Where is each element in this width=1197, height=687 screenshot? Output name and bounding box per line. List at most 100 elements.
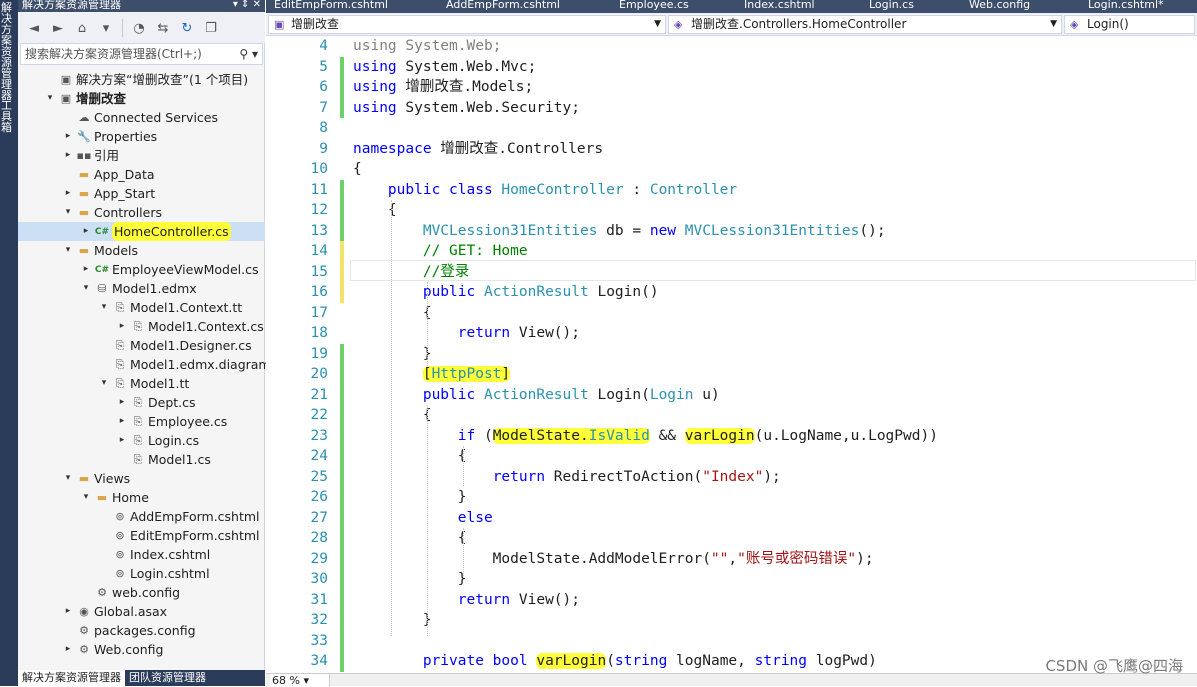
code-line[interactable]: } bbox=[353, 344, 432, 365]
zoom-dropdown[interactable]: 68 % ▾ bbox=[270, 674, 330, 687]
collapsed-arrow-icon[interactable]: ▸ bbox=[80, 260, 92, 279]
code-line[interactable]: using System.Web.Mvc; bbox=[353, 57, 536, 78]
code-line[interactable]: using System.Web; bbox=[353, 36, 501, 57]
tree-item[interactable]: ▾ ▣ 增删改查 bbox=[18, 89, 265, 108]
code-editor[interactable]: 4 5 6 7 8 9 10 11 12 13 14 15 16 17 18 19 20 21 22 23 24 25 26… bbox=[266, 36, 1197, 673]
expanded-arrow-icon[interactable]: ▾ bbox=[80, 488, 92, 507]
tree-item[interactable]: ☁ Connected Services bbox=[18, 108, 265, 127]
tree-item[interactable]: ▸ ⎘ Dept.cs bbox=[18, 393, 265, 412]
tree-item[interactable]: ⎘ Model1.cs bbox=[18, 450, 265, 469]
tree-item[interactable]: ⎘ Model1.edmx.diagram bbox=[18, 355, 271, 374]
expanded-arrow-icon[interactable]: ▾ bbox=[62, 241, 74, 260]
code-line[interactable]: else bbox=[353, 508, 493, 529]
collapsed-arrow-icon[interactable]: ▸ bbox=[116, 431, 128, 450]
tab-solution-explorer[interactable]: 解决方案资源管理器 bbox=[18, 670, 125, 686]
expanded-arrow-icon[interactable]: ▾ bbox=[98, 374, 110, 393]
code-line[interactable]: if (ModelState.IsValid && varLogin(u.Log… bbox=[353, 426, 938, 447]
tree-item[interactable]: ▸ 🔧 Properties bbox=[18, 127, 265, 146]
tab-team-explorer[interactable]: 团队资源管理器 bbox=[125, 670, 210, 686]
tree-item[interactable]: ▸ ⚙ Web.config bbox=[18, 640, 265, 659]
member-dropdown[interactable]: ◈ Login() bbox=[1064, 15, 1195, 34]
tree-item[interactable]: ▸ C# EmployeeViewModel.cs bbox=[18, 260, 265, 279]
document-tab[interactable]: Index.cshtml bbox=[744, 0, 815, 10]
pending-changes-filter-icon[interactable]: ◔ bbox=[129, 18, 149, 38]
expanded-arrow-icon[interactable]: ▾ bbox=[80, 279, 92, 298]
tree-item[interactable]: ⊚ Index.cshtml bbox=[18, 545, 265, 564]
document-tab[interactable]: EditEmpForm.cshtml bbox=[274, 0, 388, 10]
code-line[interactable]: MVCLession31Entities db = new MVCLession… bbox=[353, 221, 886, 242]
code-line[interactable]: ModelState.AddModelError("","账号或密码错误"); bbox=[353, 549, 874, 570]
expanded-arrow-icon[interactable]: ▾ bbox=[62, 469, 74, 488]
code-line[interactable]: namespace 增删改查.Controllers bbox=[353, 139, 603, 160]
code-line[interactable]: private bool varLogin(string logName, st… bbox=[353, 651, 877, 672]
back-icon[interactable]: ◄ bbox=[24, 18, 44, 38]
tree-item[interactable]: ⚙ packages.config bbox=[18, 621, 265, 640]
collapsed-arrow-icon[interactable]: ▸ bbox=[80, 222, 92, 241]
code-line[interactable]: return View(); bbox=[353, 323, 580, 344]
tree-item[interactable]: ⚙ web.config bbox=[18, 583, 265, 602]
collapsed-arrow-icon[interactable]: ▸ bbox=[62, 146, 74, 165]
collapsed-arrow-icon[interactable]: ▸ bbox=[62, 640, 74, 659]
solution-search-input[interactable]: 搜索解决方案资源管理器(Ctrl+;) ⚲ ▾ bbox=[20, 43, 263, 65]
expanded-arrow-icon[interactable]: ▾ bbox=[44, 89, 56, 108]
tree-item[interactable]: ▸ C# HomeController.cs bbox=[18, 222, 265, 241]
tree-item[interactable]: ▸ ▬ App_Start bbox=[18, 184, 265, 203]
code-line[interactable]: using 增删改查.Models; bbox=[353, 77, 533, 98]
tree-item[interactable]: ▾ ⛁ Model1.edmx bbox=[18, 279, 265, 298]
home-icon[interactable]: ⌂ bbox=[72, 18, 92, 38]
code-line[interactable]: } bbox=[353, 487, 467, 508]
project-dropdown[interactable]: ▣ 增删改查 ▼ bbox=[268, 15, 666, 34]
collapsed-arrow-icon[interactable]: ▸ bbox=[116, 412, 128, 431]
search-icon[interactable]: ⚲ ▾ bbox=[239, 44, 258, 64]
document-tab[interactable]: Login.cs bbox=[869, 0, 914, 10]
switch-views-icon[interactable]: ▾ bbox=[96, 18, 116, 38]
document-tab[interactable]: Login.cshtml* bbox=[1088, 0, 1164, 10]
document-tab[interactable]: AddEmpForm.cshtml bbox=[446, 0, 560, 10]
tree-item[interactable]: ▾ ▬ Home bbox=[18, 488, 265, 507]
tree-item[interactable]: ▾ ⎘ Model1.tt bbox=[18, 374, 265, 393]
solution-explorer-side-tab[interactable]: 解决方案资源管理器 bbox=[1, 2, 17, 101]
tree-item[interactable]: ⊚ AddEmpForm.cshtml bbox=[18, 507, 265, 526]
tree-item[interactable]: ▸ ⎘ Employee.cs bbox=[18, 412, 265, 431]
tree-item[interactable]: ▣ 解决方案“增删改查”(1 个项目) bbox=[18, 70, 265, 89]
forward-icon[interactable]: ► bbox=[48, 18, 68, 38]
expanded-arrow-icon[interactable]: ▾ bbox=[98, 298, 110, 317]
code-line[interactable]: // GET: Home bbox=[353, 241, 528, 262]
document-tab[interactable]: Employee.cs bbox=[619, 0, 689, 10]
tree-item[interactable]: ▾ ▬ Controllers bbox=[18, 203, 265, 222]
collapsed-arrow-icon[interactable]: ▸ bbox=[116, 393, 128, 412]
code-line[interactable]: { bbox=[353, 405, 432, 426]
code-line[interactable]: public ActionResult Login(Login u) bbox=[353, 385, 720, 406]
collapsed-arrow-icon[interactable]: ▸ bbox=[62, 184, 74, 203]
class-dropdown[interactable]: ◈ 增删改查.Controllers.HomeController ▼ bbox=[668, 15, 1062, 34]
code-line[interactable]: public class HomeController : Controller bbox=[353, 180, 737, 201]
code-line[interactable]: return RedirectToAction("Index"); bbox=[353, 467, 781, 488]
tree-item[interactable]: ▸ ◉ Global.asax bbox=[18, 602, 265, 621]
tree-item[interactable]: ⊚ EditEmpForm.cshtml bbox=[18, 526, 265, 545]
code-line[interactable]: } bbox=[353, 569, 467, 590]
tree-item[interactable]: ⎘ Model1.Designer.cs bbox=[18, 336, 265, 355]
tree-item[interactable]: ▸ ⎘ Model1.Context.cs bbox=[18, 317, 265, 336]
toolbox-side-tab[interactable]: 工具箱 bbox=[1, 100, 17, 133]
code-line[interactable]: } bbox=[353, 610, 432, 631]
expanded-arrow-icon[interactable]: ▾ bbox=[62, 203, 74, 222]
code-line[interactable]: return View(); bbox=[353, 590, 580, 611]
collapsed-arrow-icon[interactable]: ▸ bbox=[116, 317, 128, 336]
code-line[interactable]: //登录 bbox=[353, 262, 469, 283]
collapsed-arrow-icon[interactable]: ▸ bbox=[62, 602, 74, 621]
tree-item[interactable]: ▸ ▪▪ 引用 bbox=[18, 146, 265, 165]
code-line[interactable]: { bbox=[353, 446, 467, 467]
code-line[interactable]: { bbox=[353, 159, 362, 180]
tree-item[interactable]: ▾ ▬ Views bbox=[18, 469, 265, 488]
tree-item[interactable]: ▬ App_Data bbox=[18, 165, 265, 184]
code-line[interactable]: public ActionResult Login() bbox=[353, 282, 659, 303]
code-line[interactable]: using System.Web.Security; bbox=[353, 98, 580, 119]
panel-controls[interactable]: ▾ ⇕ ✕ bbox=[233, 0, 261, 10]
tree-item[interactable]: ⊚ Login.cshtml bbox=[18, 564, 265, 583]
refresh-icon[interactable]: ↻ bbox=[177, 18, 197, 38]
code-line[interactable]: [HttpPost] bbox=[353, 364, 511, 385]
sync-icon[interactable]: ⇆ bbox=[153, 18, 173, 38]
document-tab[interactable]: Web.config bbox=[969, 0, 1030, 10]
tree-item[interactable]: ▸ ⎘ Login.cs bbox=[18, 431, 265, 450]
collapsed-arrow-icon[interactable]: ▸ bbox=[62, 127, 74, 146]
